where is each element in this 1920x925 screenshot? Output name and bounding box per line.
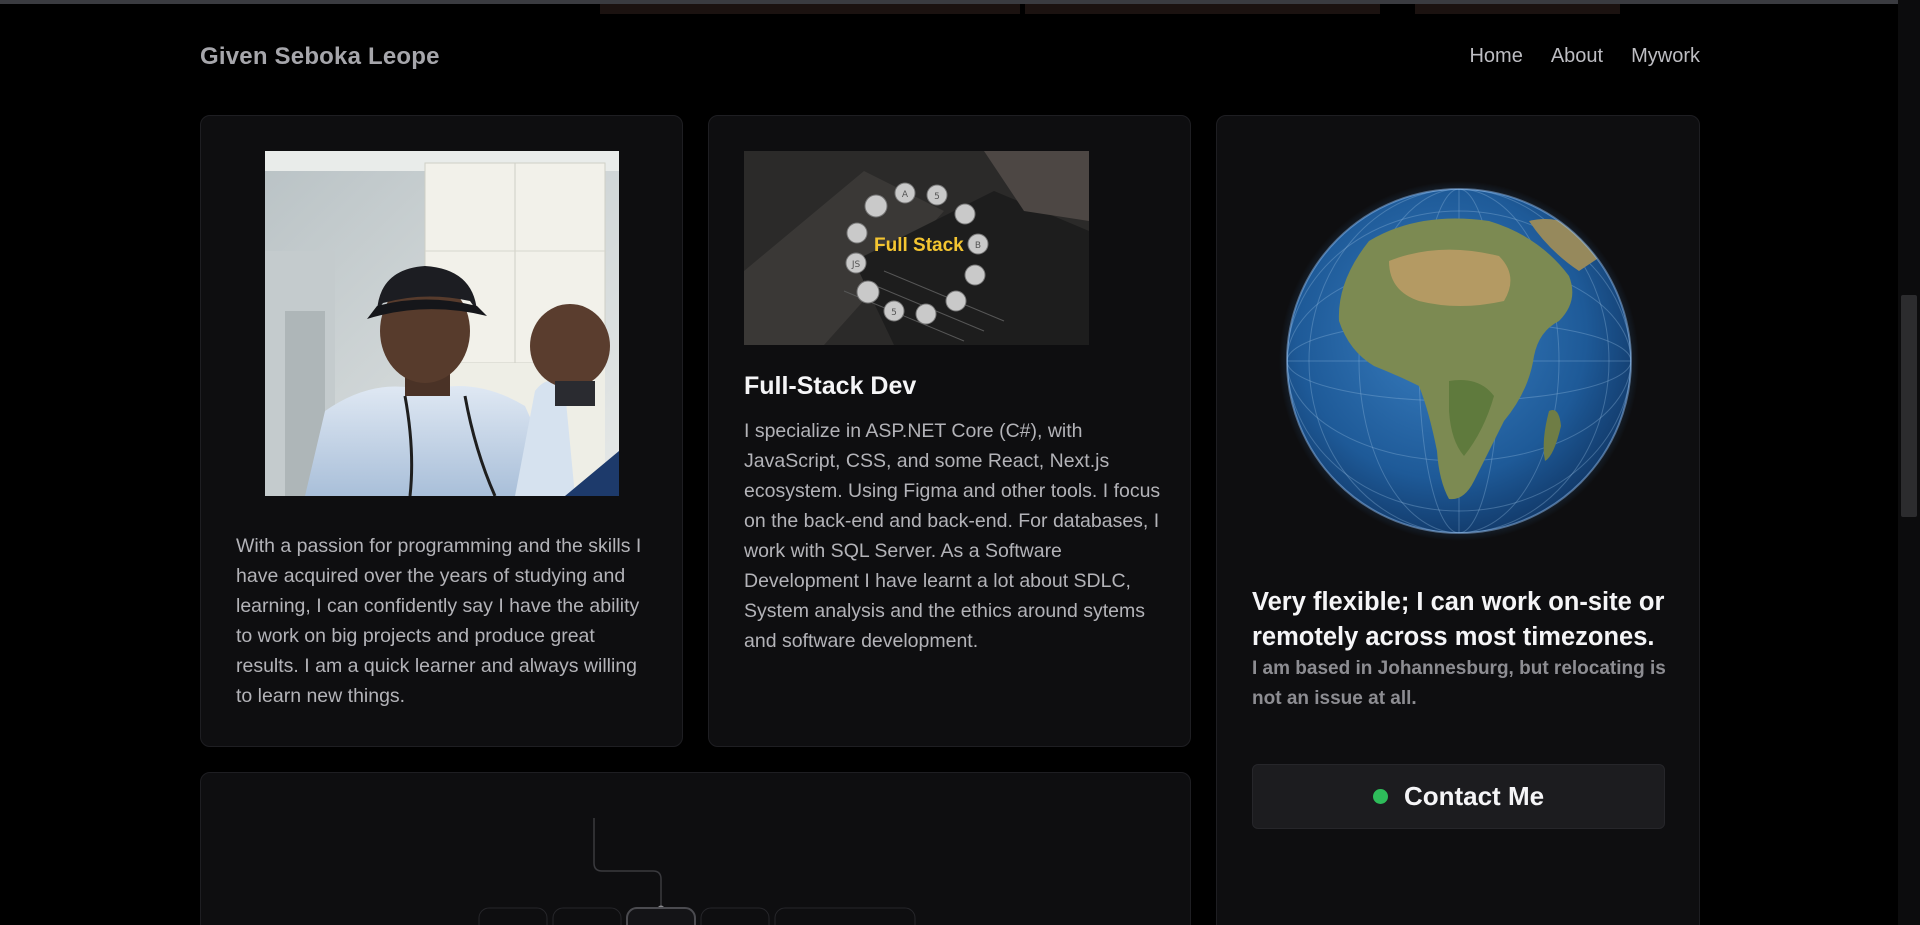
about-text: With a passion for programming and the s… xyxy=(236,535,642,707)
skills-card: A 5 B JS 5 Full Stack Full-Stack Dev I s… xyxy=(708,115,1191,747)
svg-text:5: 5 xyxy=(891,308,897,318)
nav-about[interactable]: About xyxy=(1551,45,1603,68)
tech-card xyxy=(200,772,1191,925)
fullstack-banner: A 5 B JS 5 Full Stack xyxy=(744,151,1089,345)
top-strip xyxy=(0,0,1920,14)
skills-text: I specialize in ASP.NET Core (C#), with … xyxy=(744,420,1161,652)
page-scrollbar[interactable] xyxy=(1898,0,1920,925)
skills-title: Full-Stack Dev xyxy=(744,372,917,400)
nav-home[interactable]: Home xyxy=(1469,45,1522,68)
about-card: With a passion for programming and the s… xyxy=(200,115,683,747)
location-title: Very flexible; I can work on-site or rem… xyxy=(1252,588,1665,651)
main-nav: Home About Mywork xyxy=(1469,45,1700,68)
location-card: Very flexible; I can work on-site or rem… xyxy=(1216,115,1700,925)
contact-button[interactable]: Contact Me xyxy=(1252,764,1665,829)
profile-photo xyxy=(265,151,619,496)
svg-text:A: A xyxy=(902,190,909,200)
tech-connector-diagram xyxy=(478,818,916,925)
scrollbar-thumb[interactable] xyxy=(1901,295,1917,517)
globe-icon[interactable] xyxy=(1279,181,1639,541)
site-header: Given Seboka Leope Home About Mywork xyxy=(200,40,1700,80)
location-subtitle: I am based in Johannesburg, but relocati… xyxy=(1252,658,1666,709)
nav-mywork[interactable]: Mywork xyxy=(1631,45,1700,68)
svg-text:B: B xyxy=(975,241,981,251)
svg-text:5: 5 xyxy=(934,192,940,202)
contact-label: Contact Me xyxy=(1403,781,1545,811)
status-dot-icon xyxy=(1372,789,1388,804)
svg-text:JS: JS xyxy=(851,260,861,270)
brand-name[interactable]: Given Seboka Leope xyxy=(200,43,440,71)
banner-text: Full Stack xyxy=(874,235,964,256)
